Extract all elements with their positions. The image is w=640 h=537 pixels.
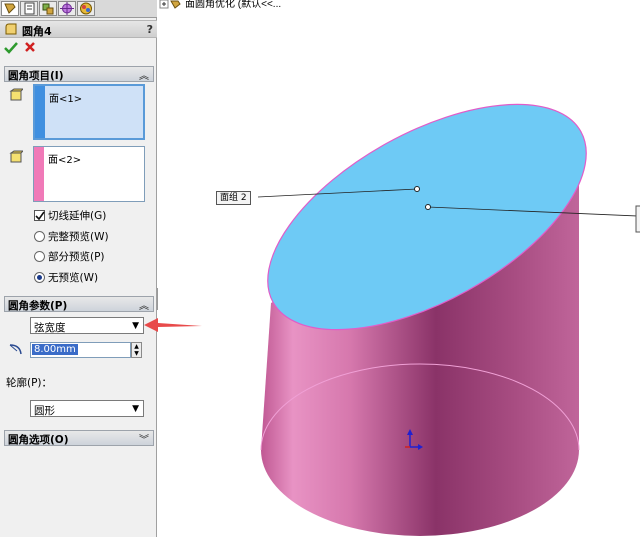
callout-label: 面组 2	[220, 193, 247, 203]
callout-box-offscreen[interactable]	[635, 205, 640, 233]
callout-anchor-point	[425, 204, 431, 210]
section-title: 圆角参数(P)	[8, 300, 68, 312]
profile-label: 轮廓(P)：	[6, 377, 53, 389]
radius-icon	[9, 344, 22, 355]
fillet-method-select[interactable]: 弦宽度 ▼	[30, 317, 144, 334]
dropdown-arrow-icon[interactable]: ▼	[132, 321, 139, 331]
collapse-chevron-icon[interactable]: ︽	[139, 297, 149, 312]
configuration-icon	[42, 3, 54, 15]
partial-preview-radio[interactable]	[34, 251, 45, 262]
close-icon	[25, 42, 35, 52]
section-title: 圆角项目(I)	[8, 70, 64, 82]
set2-color-strip	[34, 147, 44, 201]
help-icon[interactable]: ?	[147, 23, 153, 36]
property-sheet-icon	[24, 2, 35, 15]
full-preview-radio[interactable]	[34, 231, 45, 242]
input-value[interactable]: 8.00mm	[32, 344, 78, 355]
face-set2-listbox[interactable]: 面<2>	[33, 146, 145, 202]
dimxpert-manager-tab[interactable]	[58, 1, 76, 16]
model-tree-label[interactable]: 面圆角优化 (默认<<...	[185, 0, 281, 10]
display-manager-tab[interactable]	[77, 1, 95, 16]
profile-select[interactable]: 圆形 ▼	[30, 400, 144, 417]
feature-title-bar: 圆角4 ?	[0, 20, 157, 38]
tangent-propagation-checkbox[interactable]	[34, 210, 45, 221]
feature-tree-icon	[4, 3, 16, 14]
part-icon	[170, 0, 181, 9]
callout-anchor-point	[414, 186, 420, 192]
face-set-callout[interactable]: 面组 2	[216, 191, 251, 205]
value-spinner[interactable]: ▲ ▼	[131, 342, 142, 358]
face-selection-icon	[9, 150, 23, 163]
checkmark-icon	[35, 211, 45, 221]
select-value: 弦宽度	[34, 322, 66, 334]
expand-chevron-icon[interactable]: ︾	[139, 431, 149, 446]
no-preview-label: 无预览(W)	[48, 272, 99, 284]
model-view[interactable]: 面圆角优化 (默认<<...	[158, 0, 640, 537]
chord-width-input[interactable]: 8.00mm	[30, 342, 131, 358]
tangent-propagation-label: 切线延伸(G)	[48, 210, 107, 222]
appearance-icon	[80, 2, 92, 15]
feature-title: 圆角4	[22, 25, 52, 38]
property-manager-tab[interactable]	[20, 1, 38, 16]
fillet-options-section-header[interactable]: 圆角选项(O) ︾	[4, 430, 154, 446]
annotation-arrow-icon	[144, 318, 202, 332]
partial-preview-label: 部分预览(P)	[48, 251, 105, 263]
fillet-items-section-header[interactable]: 圆角项目(I) ︽	[4, 66, 154, 82]
ok-button[interactable]	[4, 41, 18, 57]
dropdown-arrow-icon[interactable]: ▼	[132, 404, 139, 414]
list-item[interactable]: 面<2>	[48, 151, 81, 166]
fillet-feature-icon	[5, 23, 17, 35]
no-preview-radio[interactable]	[34, 272, 45, 283]
full-preview-label: 完整预览(W)	[48, 231, 109, 243]
crosshair-icon	[60, 2, 74, 15]
checkmark-icon	[4, 42, 18, 54]
list-item[interactable]: 面<1>	[49, 90, 82, 105]
select-value: 圆形	[34, 405, 55, 417]
model-tree-item[interactable]	[159, 0, 181, 9]
configuration-manager-tab[interactable]	[39, 1, 57, 16]
graphics-viewport[interactable]: 面圆角优化 (默认<<... 面组 2	[158, 0, 640, 537]
set1-color-strip	[35, 86, 45, 138]
face-set1-listbox[interactable]: 面<1>	[33, 84, 145, 140]
radio-selected-dot	[37, 275, 42, 280]
collapse-chevron-icon[interactable]: ︽	[139, 67, 149, 82]
feature-manager-tab[interactable]	[1, 1, 19, 16]
fillet-parameters-section-header[interactable]: 圆角参数(P) ︽	[4, 296, 154, 312]
face-selection-icon	[9, 88, 23, 101]
manager-tab-bar	[0, 0, 157, 18]
cancel-button[interactable]	[24, 41, 36, 56]
property-manager-panel: 圆角4 ? 圆角项目(I) ︽ 面<1> 面<2> 切线延伸(G) 完整预览(W…	[0, 0, 157, 537]
section-title: 圆角选项(O)	[8, 434, 69, 446]
